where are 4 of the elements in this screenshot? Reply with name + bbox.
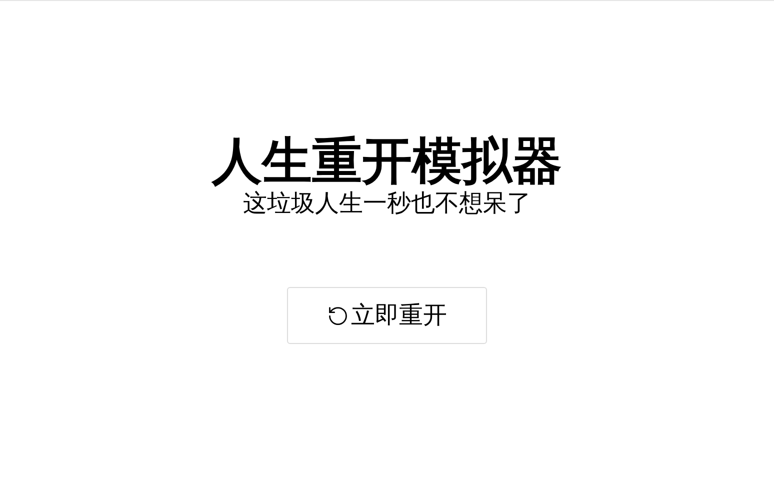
restart-button[interactable]: 立即重开 [287,287,487,344]
app-title: 人生重开模拟器 [212,132,562,190]
app-subtitle: 这垃圾人生一秒也不想呆了 [243,189,531,219]
refresh-icon [327,304,349,326]
